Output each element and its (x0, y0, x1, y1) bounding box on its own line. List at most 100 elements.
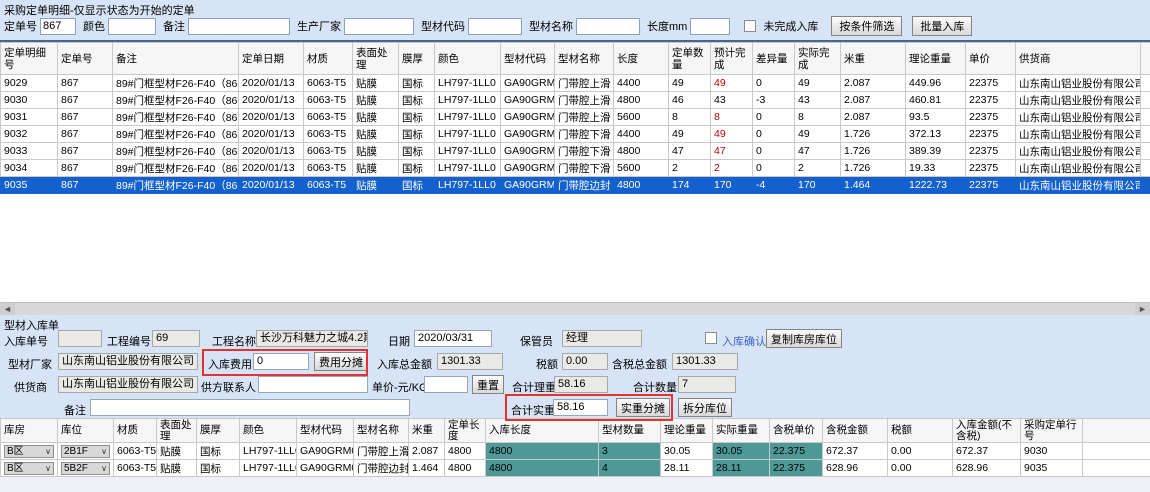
weight-share-button[interactable]: 实重分摊 (616, 398, 670, 417)
cell: 2.087 (841, 109, 906, 126)
order-row[interactable]: 903586789#门框型材F26-F40（866*867）2020/01/13… (1, 177, 1150, 194)
supplier-contact-field[interactable] (258, 376, 368, 393)
profile-name-filter-label: 型材名称 (529, 18, 573, 34)
supplier-field[interactable]: 山东南山铝业股份有限公司 (58, 376, 198, 393)
column-header[interactable]: 膜厚 (197, 419, 240, 443)
column-header[interactable]: 理论重量 (661, 419, 713, 443)
purchase-order-detail-panel: 采购定单明细-仅显示状态为开始的定单 定单号 颜色 备注 生产厂家 型材代码 型… (0, 0, 1150, 315)
column-header[interactable] (1141, 43, 1150, 75)
column-header[interactable]: 型材数量 (599, 419, 661, 443)
keeper-field[interactable]: 经理 (562, 330, 642, 347)
column-header[interactable]: 入库金额(不含税) (953, 419, 1021, 443)
actual-weight-field[interactable]: 58.16 (553, 399, 608, 416)
length-filter-input[interactable] (690, 18, 730, 35)
order-row[interactable]: 903086789#门框型材F26-F40（866*867）2020/01/13… (1, 92, 1150, 109)
column-header[interactable]: 供货商 (1016, 43, 1141, 75)
factory-field[interactable]: 山东南山铝业股份有限公司 (58, 353, 198, 370)
column-header[interactable]: 差异量 (753, 43, 795, 75)
copy-warehouse-location-button[interactable]: 复制库房库位 (766, 329, 842, 348)
manufacturer-filter-input[interactable] (344, 18, 414, 35)
column-header[interactable]: 定单长度 (445, 419, 486, 443)
column-header[interactable]: 型材代码 (501, 43, 555, 75)
column-header[interactable]: 型材名称 (354, 419, 409, 443)
theory-weight-field[interactable]: 58.16 (554, 376, 608, 393)
column-header[interactable]: 理论重量 (906, 43, 966, 75)
column-header[interactable]: 实际完成 (795, 43, 841, 75)
split-location-button[interactable]: 拆分库位 (678, 398, 732, 417)
inbound-row[interactable]: B区∨5B2F∨6063-T5贴膜国标LH797-1LL0GA90GRM05门带… (1, 460, 1150, 477)
total-amount-field[interactable]: 1301.33 (437, 353, 503, 370)
column-header[interactable]: 米重 (841, 43, 906, 75)
fee-share-button[interactable]: 费用分摊 (314, 352, 368, 371)
column-header[interactable]: 长度 (614, 43, 669, 75)
column-header[interactable]: 型材名称 (555, 43, 614, 75)
column-header[interactable]: 单价 (966, 43, 1016, 75)
warehouse-select[interactable]: B区∨ (4, 445, 54, 458)
column-header[interactable]: 表面处理 (353, 43, 399, 75)
remark-filter-input[interactable] (188, 18, 290, 35)
profile-code-filter-input[interactable] (468, 18, 522, 35)
order-row[interactable]: 903386789#门框型材F26-F40（866*867）2020/01/13… (1, 143, 1150, 160)
total-qty-field[interactable]: 7 (678, 376, 736, 393)
horizontal-scrollbar[interactable]: ◄ ► (0, 302, 1150, 315)
column-header[interactable]: 型材代码 (297, 419, 354, 443)
column-header[interactable]: 税额 (888, 419, 953, 443)
project-name-field[interactable]: 长沙万科魅力之城4.2期 (256, 330, 368, 347)
column-header[interactable]: 定单号 (58, 43, 113, 75)
inbound-grid: 库房库位材质表面处理膜厚颜色型材代码型材名称米重定单长度入库长度型材数量理论重量… (0, 418, 1150, 492)
column-header[interactable]: 含税金额 (823, 419, 888, 443)
total-with-tax-field[interactable]: 1301.33 (672, 353, 738, 370)
unit-price-field[interactable] (424, 376, 468, 393)
scroll-right-arrow[interactable]: ► (1135, 303, 1150, 315)
unfinished-inbound-checkbox[interactable] (744, 20, 756, 32)
date-picker[interactable]: 2020/03/31 ▦▼ (414, 330, 492, 347)
column-header[interactable]: 库房 (1, 419, 58, 443)
tax-field[interactable]: 0.00 (562, 353, 608, 370)
column-header[interactable]: 米重 (409, 419, 445, 443)
column-header[interactable]: 预计完成 (711, 43, 753, 75)
column-header[interactable]: 库位 (58, 419, 114, 443)
profile-name-filter-input[interactable] (576, 18, 640, 35)
scroll-left-arrow[interactable]: ◄ (0, 303, 15, 315)
warehouse-select[interactable]: B区∨ (4, 462, 54, 475)
inbound-confirm-checkbox[interactable] (705, 332, 717, 344)
color-filter-input[interactable] (108, 18, 156, 35)
order-row[interactable]: 902986789#门框型材F26-F40（866*867）2020/01/13… (1, 75, 1150, 92)
inbound-fee-field[interactable]: 0 (253, 353, 309, 370)
cell: B区∨ (1, 443, 58, 460)
cell: 2020/01/13 (239, 92, 304, 109)
cell (1141, 177, 1150, 194)
column-header[interactable]: 备注 (113, 43, 239, 75)
cell: 2020/01/13 (239, 109, 304, 126)
column-header[interactable]: 材质 (114, 419, 157, 443)
order-row[interactable]: 903286789#门框型材F26-F40（866*867）2020/01/13… (1, 126, 1150, 143)
column-header[interactable]: 定单数量 (669, 43, 711, 75)
column-header[interactable]: 实际重量 (713, 419, 770, 443)
calendar-dropdown-icon[interactable]: ▦▼ (471, 346, 488, 347)
cell: 449.96 (906, 75, 966, 92)
cell: 49 (795, 75, 841, 92)
column-header[interactable]: 采购定单行号 (1021, 419, 1083, 443)
column-header[interactable]: 入库长度 (486, 419, 599, 443)
column-header[interactable]: 含税单价 (770, 419, 823, 443)
column-header[interactable]: 颜色 (240, 419, 297, 443)
column-header[interactable] (1083, 419, 1150, 443)
filter-by-condition-button[interactable]: 按条件筛选 (831, 16, 902, 36)
reset-button[interactable]: 重置 (472, 375, 504, 394)
location-select[interactable]: 2B1F∨ (61, 445, 110, 458)
column-header[interactable]: 定单明细号 (1, 43, 58, 75)
note-field[interactable] (90, 399, 410, 416)
column-header[interactable]: 定单日期 (239, 43, 304, 75)
receipt-no-field[interactable] (58, 330, 102, 347)
location-select[interactable]: 5B2F∨ (61, 462, 110, 475)
order-row[interactable]: 903186789#门框型材F26-F40（866*867）2020/01/13… (1, 109, 1150, 126)
column-header[interactable]: 颜色 (435, 43, 501, 75)
column-header[interactable]: 膜厚 (399, 43, 435, 75)
project-no-field[interactable]: 69 (152, 330, 200, 347)
batch-inbound-button[interactable]: 批量入库 (912, 16, 972, 36)
column-header[interactable]: 表面处理 (157, 419, 197, 443)
order-row[interactable]: 903486789#门框型材F26-F40（866*867）2020/01/13… (1, 160, 1150, 177)
inbound-row[interactable]: B区∨2B1F∨6063-T5贴膜国标LH797-1LL0GA90GRM03门带… (1, 443, 1150, 460)
order-no-input[interactable] (40, 18, 76, 35)
column-header[interactable]: 材质 (304, 43, 353, 75)
